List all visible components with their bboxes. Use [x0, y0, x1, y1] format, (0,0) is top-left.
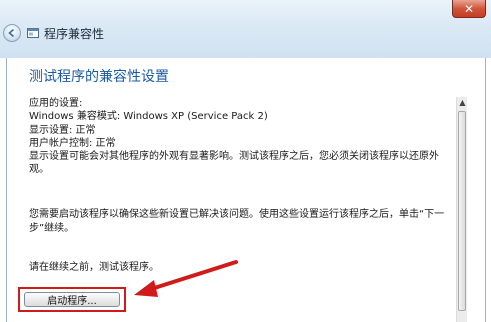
- appearance-warning: 显示设置可能会对其他程序的外观有显著影响。测试该程序之后，您必须关闭该程序以还原…: [29, 151, 439, 176]
- app-window-icon: [27, 28, 39, 38]
- back-arrow-icon: [8, 28, 15, 38]
- instruction-text: 您需要启动该程序以确保这些新设置已解决该问题。使用这些设置运行该程序之后，单击“…: [29, 209, 445, 234]
- start-program-highlight: 启动程序...: [18, 287, 126, 312]
- page-heading: 测试程序的兼容性设置: [29, 69, 169, 85]
- settings-text-box: 应用的设置: Windows 兼容模式: Windows XP (Service…: [29, 97, 454, 177]
- display-setting: 显示设置: 正常: [29, 124, 96, 136]
- uac-setting: 用户帐户控制: 正常: [29, 137, 116, 149]
- back-button[interactable]: [3, 24, 21, 42]
- scroll-up-arrow-icon[interactable]: ▲: [457, 97, 468, 109]
- start-program-button[interactable]: 启动程序...: [24, 292, 120, 307]
- compat-mode-setting: Windows 兼容模式: Windows XP (Service Pack 2…: [29, 111, 268, 123]
- applied-settings-label: 应用的设置:: [29, 98, 83, 109]
- vertical-scrollbar[interactable]: ▲: [456, 97, 467, 322]
- close-button[interactable]: ✕: [452, 0, 486, 18]
- window-title: 程序兼容性: [44, 27, 105, 41]
- scroll-thumb[interactable]: [458, 111, 466, 311]
- close-icon: ✕: [463, 1, 475, 16]
- test-prompt-text: 请在继续之前，测试该程序。: [29, 262, 159, 273]
